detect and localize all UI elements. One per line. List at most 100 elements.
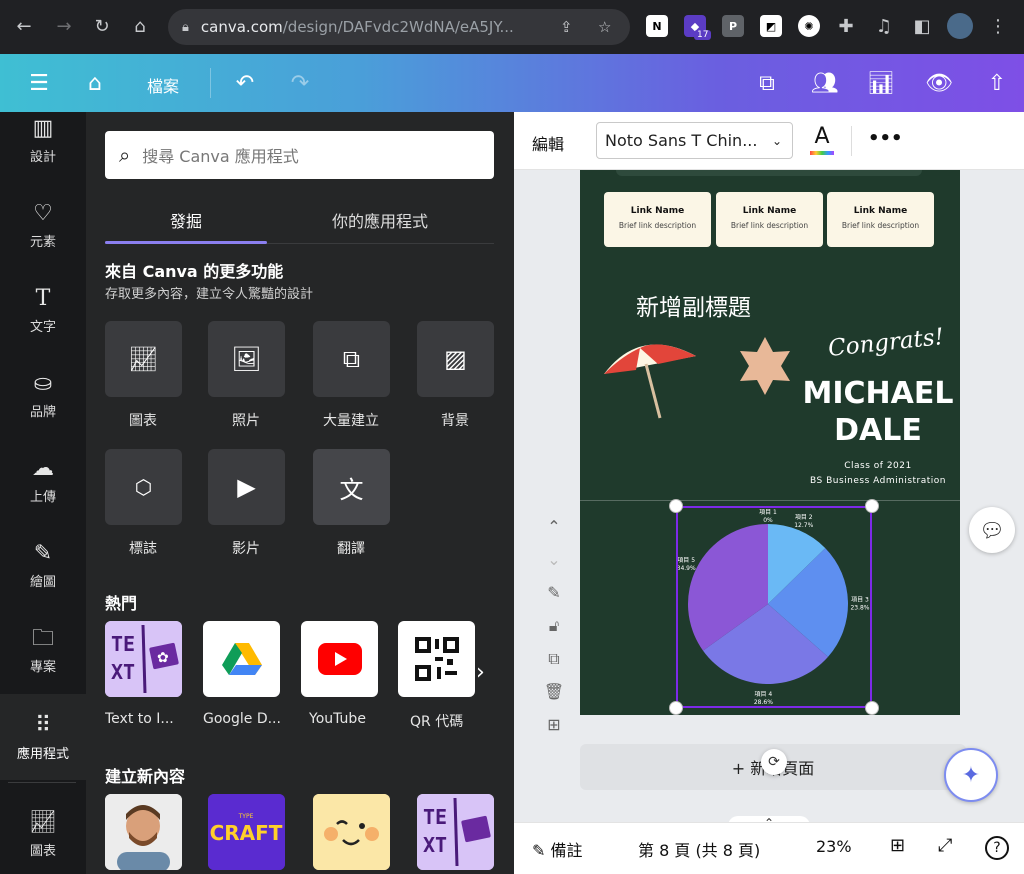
profile-avatar[interactable] xyxy=(947,13,973,39)
hamburger-menu-icon[interactable]: ☰ xyxy=(24,68,54,98)
chevron-up-icon[interactable]: ⌃ xyxy=(540,510,568,543)
design-subtitle[interactable]: 新增副標題 xyxy=(636,288,751,322)
notion-extension-icon[interactable]: N xyxy=(646,15,668,37)
sidepanel-icon[interactable]: ◧ xyxy=(908,12,936,40)
chevron-down-icon[interactable]: ⌄ xyxy=(540,543,568,576)
zoom-level[interactable]: 23% xyxy=(816,837,852,856)
resize-icon[interactable]: ⧉ xyxy=(752,68,782,98)
reload-icon[interactable]: ↻ xyxy=(88,12,116,40)
create-craft-app[interactable]: TYPE CRAFT xyxy=(208,794,285,870)
rail-item-draw[interactable]: ✎ 繪圖 xyxy=(0,525,86,605)
back-arrow-icon[interactable]: ← xyxy=(10,12,38,40)
class-of-text[interactable]: Class of 2021 xyxy=(800,461,956,471)
popular-title: 熱門 xyxy=(105,594,138,613)
resize-handle[interactable] xyxy=(669,701,683,715)
comment-icon[interactable]: 💬︎ xyxy=(969,507,1015,553)
edit-button[interactable]: 編輯 xyxy=(532,131,564,155)
font-selector[interactable]: Noto Sans T Chin... ⌄ xyxy=(596,122,793,159)
refresh-icon[interactable]: ⟳ xyxy=(761,749,787,775)
rail-item-apps[interactable]: ⠿ 應用程式 xyxy=(0,694,86,780)
add-page-icon[interactable]: ⊞ xyxy=(540,708,568,741)
resize-handle[interactable] xyxy=(865,701,879,715)
rail-item-brand[interactable]: ⛀ 品牌 xyxy=(0,355,86,435)
rail-label: 應用程式 xyxy=(16,746,69,762)
media-playlist-icon[interactable]: ♫ xyxy=(870,12,898,40)
notes-edit-icon[interactable]: ✎ xyxy=(540,576,568,609)
share-icon[interactable]: ⇪ xyxy=(560,18,573,36)
rail-item-projects[interactable]: 🗀 專案 xyxy=(0,610,86,690)
link-card[interactable]: Link Name Brief link description xyxy=(716,192,823,247)
home-icon[interactable]: ⌂ xyxy=(126,12,154,40)
rail-item-uploads[interactable]: ☁ 上傳 xyxy=(0,440,86,520)
feature-background-tile[interactable]: ▨ xyxy=(417,321,494,397)
rail-item-charts[interactable]: 📈︎ 圖表 xyxy=(0,794,86,874)
rail-item-design[interactable]: ▥ 設計 xyxy=(0,100,86,180)
collaborators-icon[interactable]: 👥︎ xyxy=(810,68,840,98)
status-bar: ✎ 備註 第 8 頁 (共 8 頁) 23% ⊞ ⤢ ? xyxy=(514,822,1024,874)
notes-label: 備註 xyxy=(550,841,583,860)
grid-view-icon[interactable]: ⊞ xyxy=(890,835,905,856)
resize-handle[interactable] xyxy=(865,499,879,513)
svg-text:✿: ✿ xyxy=(157,650,169,666)
undo-icon[interactable]: ↶ xyxy=(230,68,260,98)
insights-chart-icon[interactable]: 📊︎ xyxy=(866,68,896,98)
person-photo xyxy=(105,794,182,870)
page-indicator[interactable]: 第 8 頁 (共 8 頁) xyxy=(638,837,760,861)
rail-item-text[interactable]: T 文字 xyxy=(0,270,86,350)
feature-chart-tile[interactable]: 📈︎ xyxy=(105,321,182,397)
create-emoji-app[interactable] xyxy=(313,794,390,870)
search-input[interactable]: ⌕ 搜尋 Canva 應用程式 xyxy=(105,131,494,179)
compose-extension-icon[interactable]: ◩ xyxy=(760,15,782,37)
browser-menu-icon[interactable]: ⋮ xyxy=(984,12,1012,40)
link-name: Link Name xyxy=(630,206,685,216)
home-icon[interactable]: ⌂ xyxy=(80,68,110,98)
chevron-right-icon[interactable]: › xyxy=(476,660,485,685)
redo-icon[interactable]: ↷ xyxy=(285,68,315,98)
tab-discover[interactable]: 發掘 xyxy=(105,208,267,232)
resize-handle[interactable] xyxy=(669,499,683,513)
design-page[interactable]: Link Name Brief link description Link Nam… xyxy=(580,170,960,715)
extensions-puzzle-icon[interactable]: ✚ xyxy=(832,12,860,40)
help-button[interactable]: ? xyxy=(985,836,1009,860)
create-avatar-app[interactable] xyxy=(105,794,182,870)
feature-bulk-create-tile[interactable]: ⧉ xyxy=(313,321,390,397)
app-label: QR 代碼 xyxy=(410,714,464,730)
fullscreen-icon[interactable]: ⤢ xyxy=(938,835,952,856)
rail-item-elements[interactable]: ♡ 元素 xyxy=(0,185,86,265)
name-line-2[interactable]: DALE xyxy=(800,413,956,449)
name-line-1[interactable]: MICHAEL xyxy=(800,376,956,412)
congrats-text[interactable]: Congrats! xyxy=(827,324,945,362)
openai-extension-icon[interactable]: ✺ xyxy=(798,15,820,37)
link-card[interactable]: Link Name Brief link description xyxy=(604,192,711,247)
feature-logo-tile[interactable]: ⬡ xyxy=(105,449,182,525)
tab-your-apps[interactable]: 你的應用程式 xyxy=(296,208,464,232)
app-qr-code[interactable] xyxy=(398,621,475,697)
more-options-icon[interactable]: ••• xyxy=(868,128,903,149)
file-menu[interactable]: 檔案 xyxy=(147,73,179,97)
share-upload-icon[interactable]: ⇧ xyxy=(982,68,1012,98)
address-bar[interactable]: 🔒︎ canva.com/design/DAFvdc2WdNA/eA5JY...… xyxy=(168,9,630,45)
trash-icon[interactable]: 🗑︎ xyxy=(540,675,568,708)
bookmark-star-icon[interactable]: ☆ xyxy=(598,18,611,36)
forward-arrow-icon[interactable]: → xyxy=(50,12,78,40)
duplicate-page-icon[interactable]: ⧉ xyxy=(540,642,568,675)
feature-photo-tile[interactable]: 🖼︎ xyxy=(208,321,285,397)
app-text-to-image[interactable]: TE XT ✿ xyxy=(105,621,182,697)
app-youtube[interactable] xyxy=(301,621,378,697)
degree-text[interactable]: BS Business Administration xyxy=(800,476,956,486)
app-google-drive[interactable] xyxy=(203,621,280,697)
p-extension-icon[interactable]: P xyxy=(722,15,744,37)
link-name: Link Name xyxy=(742,206,797,216)
font-color-button[interactable]: A xyxy=(810,124,834,158)
feature-video-tile[interactable]: ▶ xyxy=(208,449,285,525)
unlock-icon[interactable]: 🔓︎ xyxy=(540,609,568,642)
more-features-title: 來自 Canva 的更多功能 xyxy=(105,262,284,281)
page-side-tools: ⌃ ⌄ ✎ 🔓︎ ⧉ 🗑︎ ⊞ xyxy=(540,510,568,741)
notes-button[interactable]: ✎ 備註 xyxy=(532,837,583,861)
app-label: YouTube xyxy=(309,711,366,727)
feature-translate-tile[interactable]: 文 xyxy=(313,449,390,525)
create-text-to-image-app[interactable]: TE XT xyxy=(417,794,494,870)
link-card[interactable]: Link Name Brief link description xyxy=(827,192,934,247)
preview-eye-icon[interactable]: 👁︎ xyxy=(924,68,954,98)
magic-sparkle-icon[interactable]: ✦ xyxy=(944,748,998,802)
